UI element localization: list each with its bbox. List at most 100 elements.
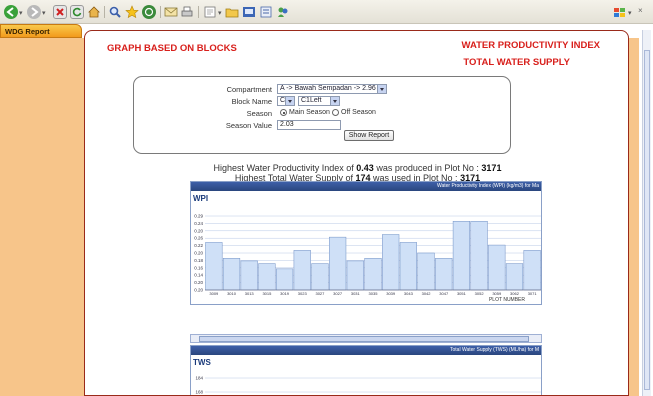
page-title: GRAPH BASED ON BLOCKS [107,43,237,54]
close-icon[interactable]: × [638,6,643,15]
wpi-ytick-label: 0.22 [194,243,203,248]
wpi-ytick-label: 0.20 [194,251,203,256]
report-title-tws[interactable]: TOTAL WATER SUPPLY [463,57,570,68]
discuss-icon[interactable] [242,5,256,19]
tws-chart: Total Water Supply (TWS) (ML/ha) for M T… [190,345,542,395]
wpi-ytick-label: 0.24 [194,221,203,226]
sidebar-left [0,38,84,396]
sidebar-right [629,38,639,396]
wpi-bar [505,263,524,291]
wpi-xtick-label: 3062 [510,291,520,296]
wpi-ytick-label: 0.18 [194,258,203,263]
wpi-ytick-label: 0.20 [194,280,203,285]
wpi-bar [240,260,258,291]
chevron-down-icon[interactable] [285,97,294,105]
back-icon[interactable] [4,5,18,19]
edit-dropdown-icon[interactable]: ▾ [218,9,222,17]
wpi-ytick-label: 0.14 [194,273,203,278]
chevron-down-icon[interactable] [377,85,386,93]
mail-icon[interactable] [164,5,178,19]
research-icon[interactable] [259,5,273,19]
wpi-xtick-label: 3027 [315,291,325,296]
wpi-bar [417,252,435,291]
summary-wpi: Highest Water Productivity Index of 0.43… [85,163,628,173]
wpi-bar [399,242,417,291]
wpi-bar [205,242,223,291]
chevron-down-icon[interactable] [330,97,339,105]
print-icon[interactable] [180,5,194,19]
summary-wpi-value: 0.43 [356,163,374,173]
windows-flag-icon[interactable] [612,5,626,19]
wpi-xtick-label: 3035 [369,291,379,296]
wpi-ytick-label: 0.26 [194,236,203,241]
wpi-bar [258,263,276,291]
report-title-wpi[interactable]: WATER PRODUCTIVITY INDEX [462,40,600,51]
refresh-icon[interactable] [70,5,84,19]
wpi-xtick-label: 3031 [351,291,361,296]
wpi-bar [452,221,471,291]
wpi-xtick-label: 3052 [475,291,485,296]
forward-icon[interactable] [27,5,41,19]
wpi-xtick-label: 3042 [422,291,432,296]
season-value-label: Season Value [225,121,272,130]
wpi-xtick-label: 3019 [280,291,290,296]
wpi-xtick-label: 3013 [245,291,255,296]
page-scrollbar[interactable] [642,30,651,396]
back-dropdown-icon[interactable]: ▾ [19,9,23,17]
messenger-icon[interactable] [276,5,290,19]
wpi-ytick-label: 0.16 [194,265,203,270]
tws-ytick-label: 168 [195,390,203,395]
block-prefix-select[interactable]: C [277,96,295,106]
favorites-icon[interactable] [125,5,139,19]
wpi-bar [523,250,541,291]
stop-icon[interactable] [53,5,67,19]
block-name-label: Block Name [231,97,272,106]
wpi-chart: Water Productivity Index (WPI) (kg/m3) f… [190,181,542,305]
wpi-xtick-label: 3039 [386,291,396,296]
wpi-xtick-label: 3043 [404,291,414,296]
wpi-bar [382,234,400,291]
wpi-bars: 0.29 0.24 0.20 0.26 0.22 0.20 0.18 0.16 0.14 0.20… [194,214,541,296]
browser-toolbar: ▾ ▾ ▾ ▾ × [0,0,653,24]
edit-icon[interactable] [203,5,217,19]
wpi-chart-scrollbar[interactable] [190,334,542,343]
season-value-input[interactable]: 2.03 [277,120,341,130]
wpi-xtick-label: 3009 [209,291,219,296]
season-label: Season [246,109,272,118]
block-name-value: C1Left [301,97,322,104]
wpi-bar [329,236,347,291]
main-content: GRAPH BASED ON BLOCKS WATER PRODUCTIVITY… [84,30,629,396]
forward-dropdown-icon[interactable]: ▾ [42,9,46,17]
app-window: ▾ ▾ ▾ ▾ × WDG Report GRAPH BASED ON BLOC… [0,0,653,396]
wpi-xtick-label: 3071 [528,291,538,296]
page-scroll-thumb[interactable] [644,50,650,390]
radio-off-season[interactable] [332,109,339,116]
wpi-bar [470,221,488,291]
wpi-xtick-label: 3015 [262,291,272,296]
history-icon[interactable] [142,5,156,19]
show-report-button[interactable]: Show Report [344,130,394,141]
tab-wdg-report[interactable]: WDG Report [0,24,82,38]
wpi-bar [275,268,294,291]
search-icon[interactable] [108,5,122,19]
summary-wpi-plot: 3171 [481,163,502,173]
home-icon[interactable] [87,5,101,19]
wpi-bar [311,263,329,291]
wpi-scroll-thumb[interactable] [199,336,529,342]
wpi-xtick-label: 3027 [333,291,343,296]
block-name-select[interactable]: C1Left [298,96,340,106]
compartment-label: Compartment [226,85,272,94]
radio-main-season[interactable] [280,109,287,116]
folder-icon[interactable] [225,5,239,19]
tws-ytick-label: 184 [195,376,203,381]
wpi-ytick-label: 0.20 [194,228,203,233]
summary-wpi-prefix: Highest Water Productivity Index of [213,163,354,173]
wpi-xtick-label: 3047 [439,291,449,296]
window-menu-icon[interactable]: ▾ [628,9,632,17]
wpi-xlabel: PLOT NUMBER [488,297,525,303]
wpi-ytick-label: 0.20 [194,288,203,293]
compartment-select[interactable]: A -> Bawah Sempadan -> 2.96 ha [277,84,387,94]
wpi-xtick-label: 3059 [492,291,502,296]
wpi-bar [435,258,453,291]
radio-main-season-label: Main Season [289,109,330,116]
